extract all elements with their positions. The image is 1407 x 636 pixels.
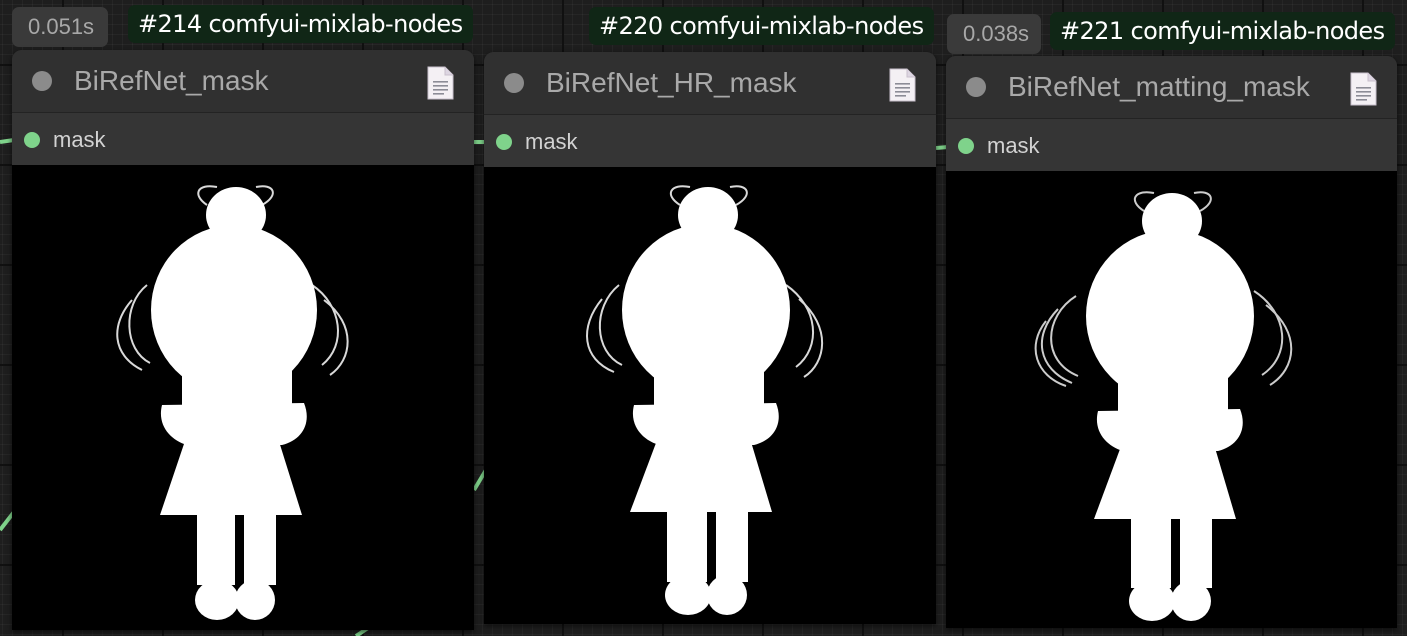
collapse-circle-icon[interactable] (504, 73, 524, 93)
output-slot-dot-icon[interactable] (958, 138, 974, 154)
node-id-badge: #214 comfyui-mixlab-nodes (128, 5, 473, 43)
node-title: BiRefNet_HR_mask (546, 67, 797, 98)
node-title: BiRefNet_mask (74, 65, 269, 96)
node-title: BiRefNet_matting_mask (1008, 71, 1310, 102)
mask-preview-image (12, 165, 474, 630)
execution-time-badge: 0.051s (12, 7, 108, 47)
output-slot-mask[interactable]: mask (12, 113, 474, 165)
node-birefnet-matting-mask[interactable]: BiRefNet_matting_mask mask (946, 56, 1397, 628)
document-icon[interactable] (888, 68, 916, 102)
collapse-circle-icon[interactable] (966, 77, 986, 97)
output-slot-label: mask (53, 127, 106, 152)
output-slot-mask[interactable]: mask (484, 115, 936, 167)
output-slot-label: mask (987, 133, 1040, 158)
output-slot-mask[interactable]: mask (946, 119, 1397, 171)
node-id-badge: #220 comfyui-mixlab-nodes (589, 7, 934, 45)
document-icon[interactable] (1349, 72, 1377, 106)
node-title-bar[interactable]: BiRefNet_HR_mask (484, 52, 936, 115)
node-title-bar[interactable]: BiRefNet_mask (12, 50, 474, 113)
node-birefnet-hr-mask[interactable]: BiRefNet_HR_mask mask (484, 52, 936, 624)
output-slot-dot-icon[interactable] (24, 132, 40, 148)
node-title-bar[interactable]: BiRefNet_matting_mask (946, 56, 1397, 119)
output-slot-label: mask (525, 129, 578, 154)
collapse-circle-icon[interactable] (32, 71, 52, 91)
output-slot-dot-icon[interactable] (496, 134, 512, 150)
execution-time-badge: 0.038s (947, 14, 1041, 54)
document-icon[interactable] (426, 66, 454, 100)
node-birefnet-mask[interactable]: BiRefNet_mask mask (12, 50, 474, 630)
mask-preview-image (484, 167, 936, 624)
node-id-badge: #221 comfyui-mixlab-nodes (1050, 12, 1395, 50)
mask-preview-image (946, 171, 1397, 628)
